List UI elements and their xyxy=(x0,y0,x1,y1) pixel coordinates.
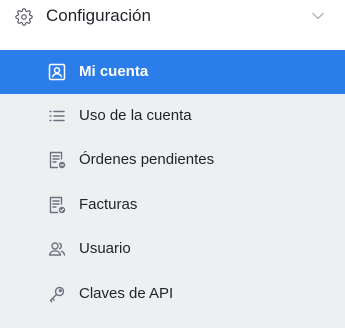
menu-item-facturas[interactable]: Facturas xyxy=(0,183,345,227)
menu-item-mi-cuenta[interactable]: Mi cuenta xyxy=(0,50,345,94)
account-card-icon xyxy=(48,63,66,81)
menu-item-usuario[interactable]: Usuario xyxy=(0,227,345,271)
gear-icon xyxy=(15,8,33,26)
section-title: Configuración xyxy=(46,6,151,25)
menu-item-label: Órdenes pendientes xyxy=(79,151,215,168)
settings-section-header[interactable]: Configuración xyxy=(0,0,345,38)
menu-item-label: Uso de la cuenta xyxy=(79,107,192,124)
pending-orders-icon xyxy=(49,151,66,169)
invoice-icon xyxy=(49,196,66,214)
list-icon xyxy=(49,110,65,122)
menu-item-uso-de-la-cuenta[interactable]: Uso de la cuenta xyxy=(0,94,345,138)
menu-item-claves-de-api[interactable]: Claves de API xyxy=(0,272,345,316)
key-icon xyxy=(49,286,65,303)
menu-item-ordenes-pendientes[interactable]: Órdenes pendientes xyxy=(0,138,345,182)
settings-menu: Mi cuenta Uso de la cuenta Órdenes pendi… xyxy=(0,50,345,328)
menu-item-label: Mi cuenta xyxy=(79,63,149,80)
menu-item-label: Claves de API xyxy=(79,285,174,302)
settings-panel: Configuración Mi cuenta Uso de la cuenta… xyxy=(0,0,345,328)
users-icon xyxy=(48,242,66,256)
menu-item-label: Facturas xyxy=(79,196,138,213)
chevron-down-icon[interactable] xyxy=(311,10,325,22)
menu-item-label: Usuario xyxy=(79,240,131,257)
